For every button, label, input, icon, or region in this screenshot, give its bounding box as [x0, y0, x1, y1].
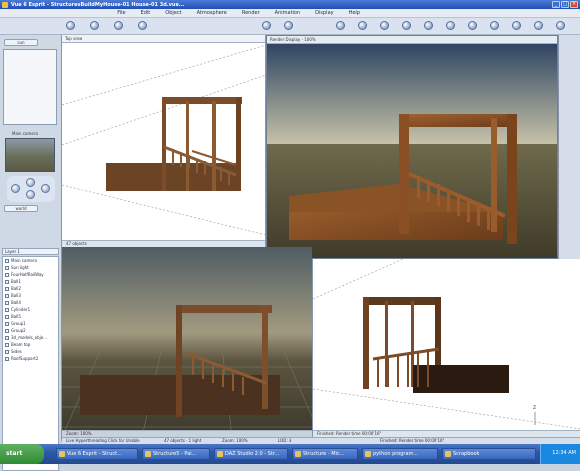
camera-icon[interactable] [284, 21, 293, 30]
viewport-footer: Zoom: 100% [62, 430, 312, 437]
select-tool-icon[interactable] [66, 21, 75, 30]
viewport-top-left[interactable]: Top view 47 objects [62, 35, 266, 247]
camera-label: Main camera [12, 131, 38, 136]
list-item[interactable]: Sides [3, 348, 58, 355]
move-tool-icon[interactable] [90, 21, 99, 30]
camera-rotate-icon[interactable] [41, 184, 50, 193]
list-item[interactable]: RoofSupport2 [3, 355, 58, 362]
structure-wireframe-view [62, 44, 265, 236]
rendered-image [267, 44, 557, 258]
viewport-bottom-left[interactable]: Zoom: 100% [62, 247, 312, 437]
menu-bar: File Edit Object Atmosphere Render Anima… [0, 9, 580, 18]
list-item[interactable]: Main camera [3, 257, 58, 264]
scale-tool-icon[interactable] [138, 21, 147, 30]
list-item[interactable]: 3d_models_obje... [3, 334, 58, 341]
list-item[interactable]: Ball4 [3, 299, 58, 306]
camera-controls [7, 176, 55, 202]
menu-object[interactable]: Object [165, 10, 181, 16]
list-item[interactable]: Ball2 [3, 285, 58, 292]
app-icon [2, 1, 8, 8]
system-tray: 12:34 AM [540, 444, 580, 464]
camera-down-icon[interactable] [26, 190, 35, 199]
taskbar-button[interactable]: Structure - Mic... [292, 448, 358, 460]
terrain-icon[interactable] [424, 21, 433, 30]
taskbar-button[interactable]: python program... [362, 448, 438, 460]
camera-thumbnail[interactable] [5, 138, 55, 172]
menu-file[interactable]: File [117, 10, 125, 16]
material-icon[interactable] [556, 21, 565, 30]
menu-render[interactable]: Render [242, 10, 260, 16]
render-display-window[interactable]: Render Display - 100% [266, 35, 558, 259]
menu-display[interactable]: Display [315, 10, 333, 16]
list-item[interactable]: Cylinder1 [3, 306, 58, 313]
maximize-button[interactable]: □ [561, 1, 569, 8]
cube-primitive-icon[interactable] [358, 21, 367, 30]
cone-primitive-icon[interactable] [402, 21, 411, 30]
right-side-strip [558, 35, 580, 259]
list-item[interactable]: Sun light [3, 264, 58, 271]
menu-atmosphere[interactable]: Atmosphere [197, 10, 227, 16]
light-icon[interactable] [512, 21, 521, 30]
rock-icon[interactable] [490, 21, 499, 30]
status-bar: Live Hyperthreading Click for Unable 47 … [62, 437, 580, 444]
perspective-structure-view [62, 305, 312, 437]
render-icon[interactable] [262, 21, 271, 30]
atmosphere-preview [3, 49, 57, 125]
water-icon[interactable] [446, 21, 455, 30]
menu-animation[interactable]: Animation [275, 10, 301, 16]
toolbar [0, 18, 580, 35]
rotate-tool-icon[interactable] [114, 21, 123, 30]
taskbar-button[interactable]: DAZ Studio 2.0 - Str... [214, 448, 288, 460]
title-bar: Vue 6 Esprit - StructuresBuildMyHouse-01… [0, 0, 580, 9]
camera-up-icon[interactable] [26, 178, 35, 187]
svg-text:z: z [533, 404, 536, 411]
window-title: Vue 6 Esprit - StructuresBuildMyHouse-01… [11, 1, 185, 8]
list-item[interactable]: FourHalfRailWay [3, 271, 58, 278]
list-item[interactable]: Ball3 [3, 292, 58, 299]
start-button[interactable]: start [0, 444, 44, 464]
viewport-footer: 47 objects [62, 240, 265, 247]
cylinder-primitive-icon[interactable] [380, 21, 389, 30]
list-item[interactable]: Group2 [3, 327, 58, 334]
menu-help[interactable]: Help [349, 10, 360, 16]
taskbar: start Vue 6 Esprit - Struct... Structure… [0, 444, 580, 464]
tab-sun[interactable]: sun [4, 39, 38, 46]
viewport-bottom-right[interactable]: z Finished: Render time 00:00'16" [312, 259, 580, 437]
side-structure-view: z [313, 259, 580, 430]
text-icon[interactable] [534, 21, 543, 30]
taskbar-button[interactable]: Structure5 - Pai... [142, 448, 210, 460]
clock[interactable]: 12:34 AM [552, 450, 576, 456]
left-panel: sun Main camera world Layer 1 Main camer… [0, 35, 62, 471]
list-item[interactable]: Beam top [3, 341, 58, 348]
plant-icon[interactable] [468, 21, 477, 30]
list-item[interactable]: Ball1 [3, 278, 58, 285]
tab-world[interactable]: world [4, 205, 38, 212]
list-item[interactable]: Ball5 [3, 313, 58, 320]
taskbar-button[interactable]: Vue 6 Esprit - Struct... [56, 448, 138, 460]
minimize-button[interactable]: _ [552, 1, 560, 8]
viewport-footer: Finished: Render time 00:00'16" [313, 430, 580, 437]
sphere-primitive-icon[interactable] [336, 21, 345, 30]
camera-pan-icon[interactable] [11, 184, 20, 193]
close-button[interactable]: × [570, 1, 578, 8]
render-header: Render Display - 100% [267, 36, 557, 44]
taskbar-button[interactable]: Scrapbook [442, 448, 536, 460]
menu-edit[interactable]: Edit [141, 10, 151, 16]
layer-header[interactable]: Layer 1 [2, 248, 59, 255]
scene-object-list: Main camera Sun light FourHalfRailWay Ba… [2, 256, 59, 471]
list-item[interactable]: Group1 [3, 320, 58, 327]
